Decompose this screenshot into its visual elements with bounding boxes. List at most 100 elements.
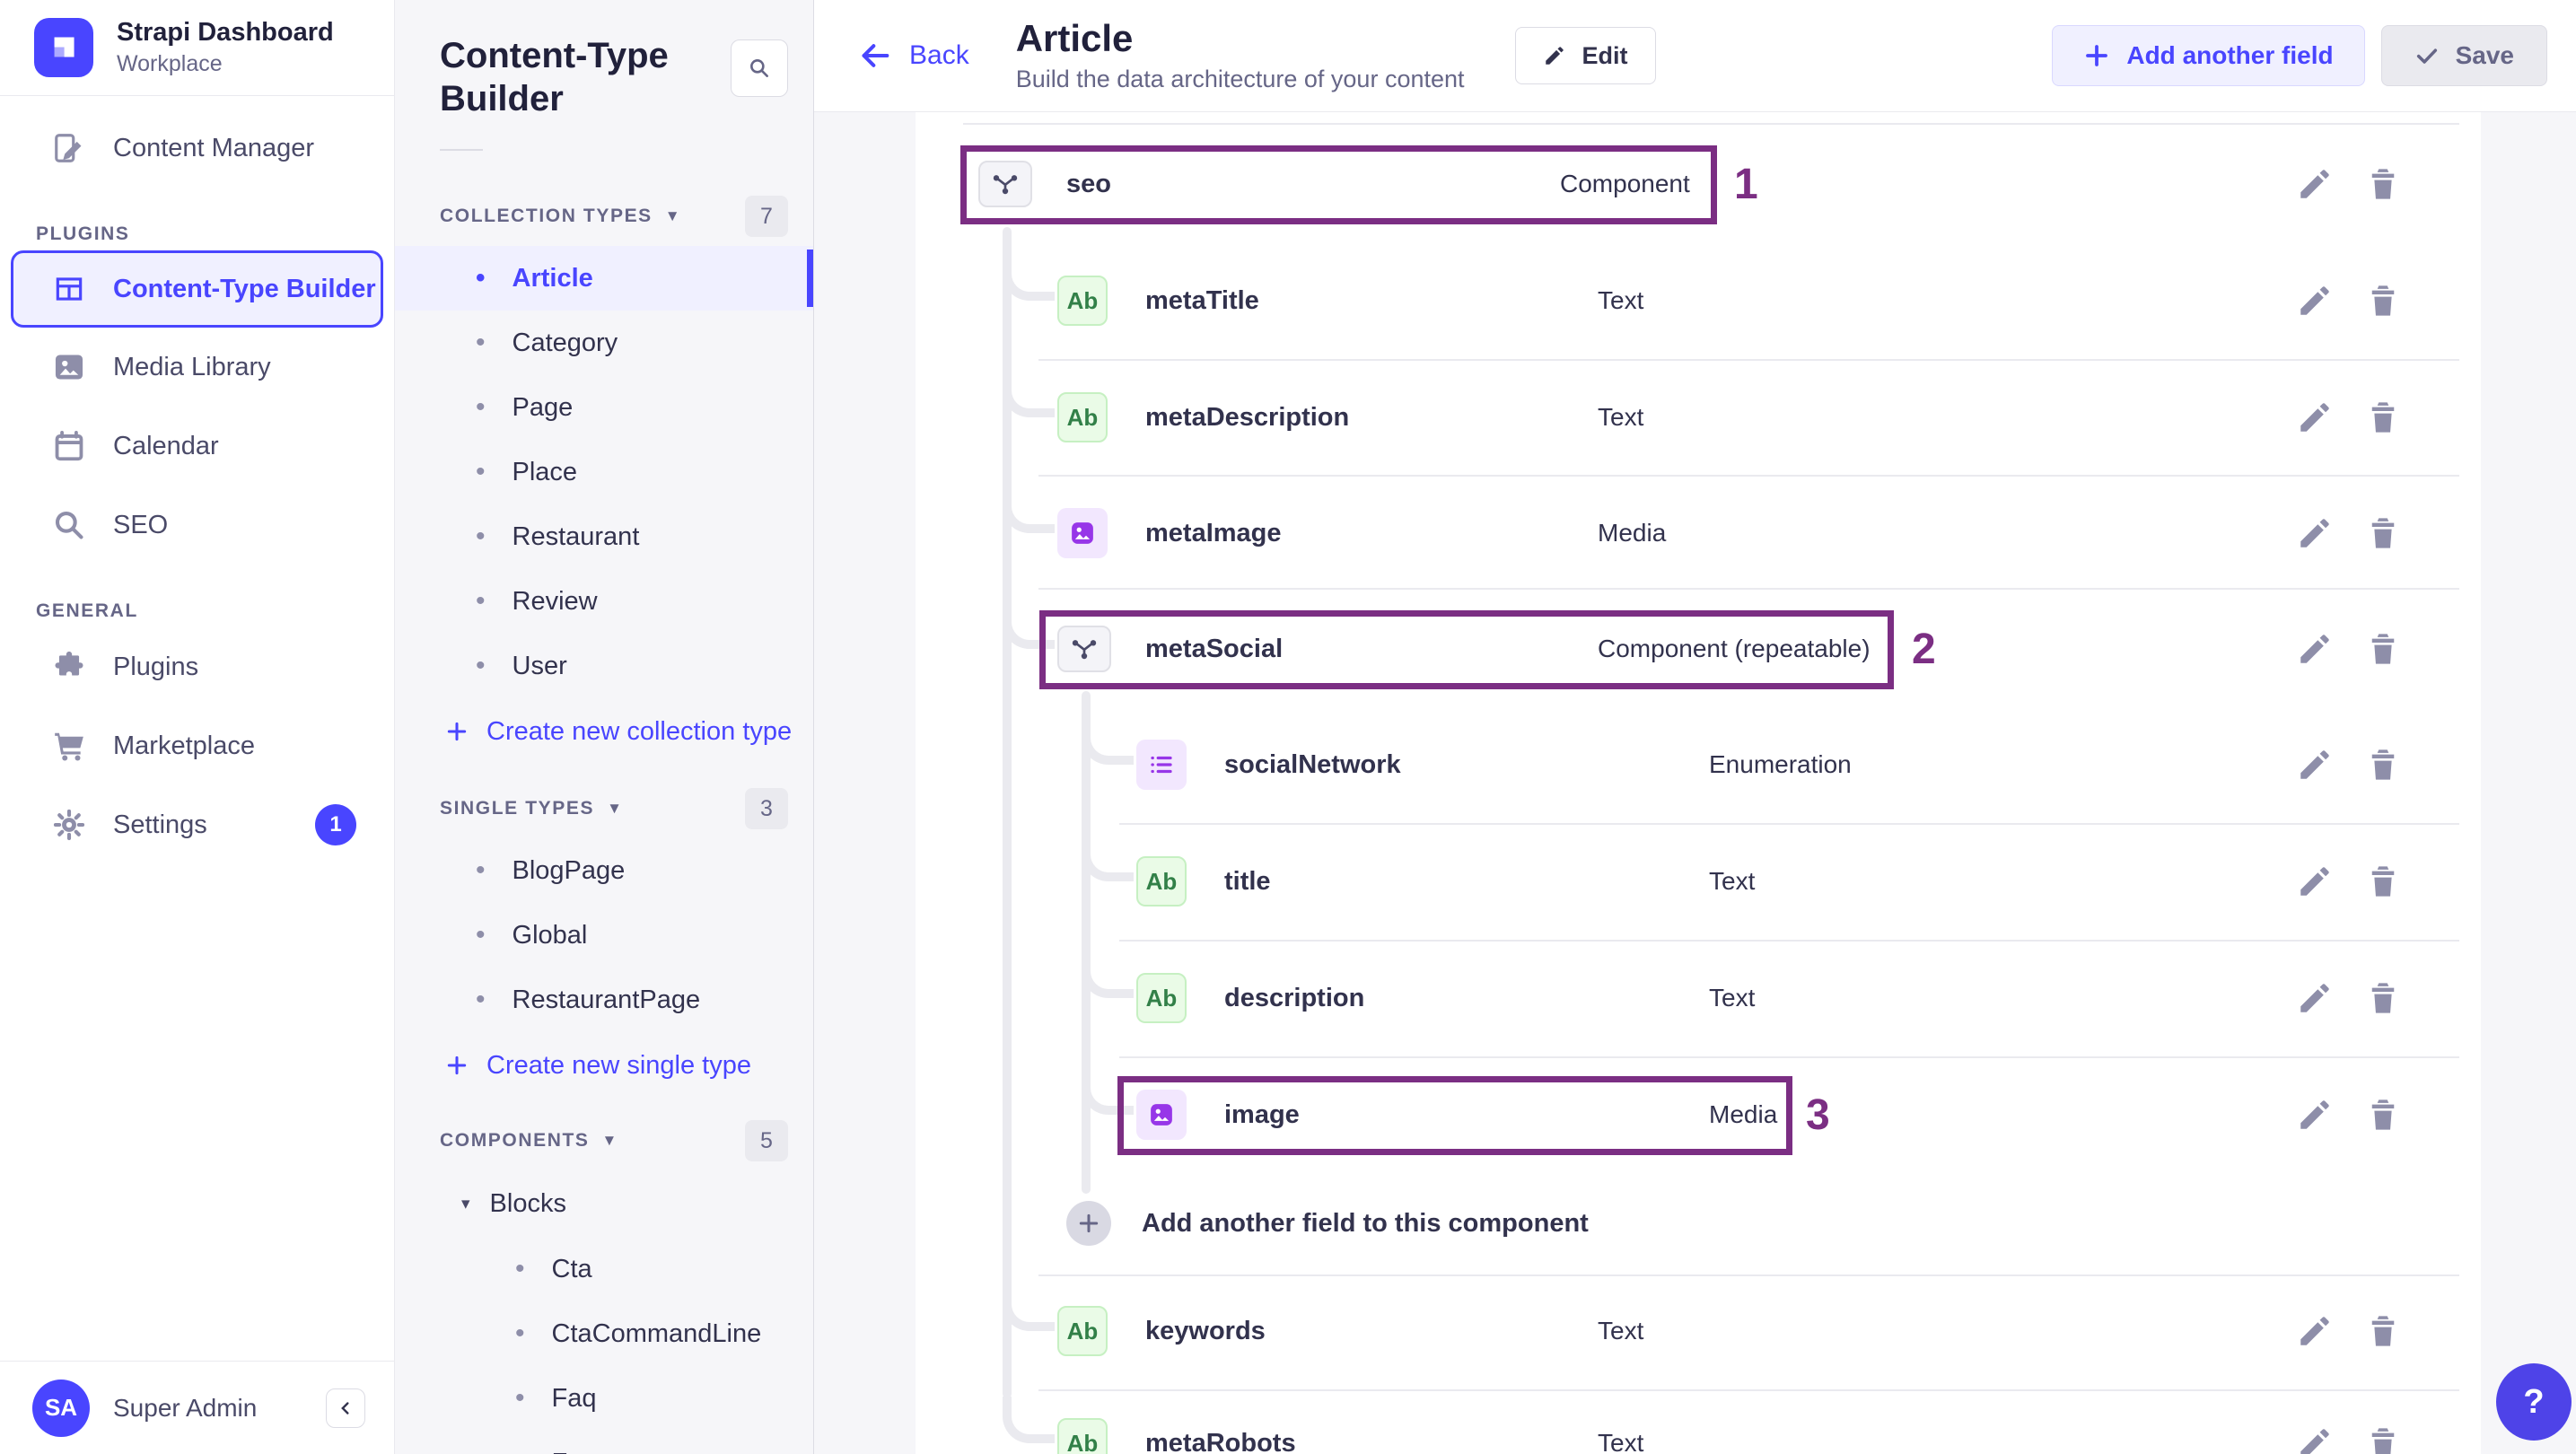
delete-field-icon[interactable] bbox=[2364, 630, 2402, 668]
search-icon bbox=[55, 511, 83, 539]
nav-item-label: Calendar bbox=[113, 431, 219, 460]
delete-field-icon[interactable] bbox=[2364, 399, 2402, 436]
single-type-global[interactable]: • Global bbox=[395, 903, 813, 968]
chevron-down-icon: ▼ bbox=[607, 800, 622, 817]
edit-field-icon[interactable] bbox=[2296, 165, 2334, 203]
question-mark-icon: ? bbox=[2523, 1382, 2545, 1421]
collection-type-page[interactable]: • Page bbox=[395, 375, 813, 440]
edit-field-icon[interactable] bbox=[2296, 1424, 2334, 1454]
collapse-sidebar-button[interactable] bbox=[326, 1388, 365, 1428]
nav-item-label: Media Library bbox=[113, 352, 271, 381]
field-row-seo: seo Component bbox=[916, 126, 2481, 242]
field-type: Text bbox=[1598, 1317, 1644, 1345]
field-type: Enumeration bbox=[1709, 750, 1852, 778]
component-faq[interactable]: • Faq bbox=[395, 1366, 813, 1431]
field-row-metadescription: Ab metaDescription Text bbox=[916, 359, 2481, 476]
component-ctacommandline[interactable]: • CtaCommandLine bbox=[395, 1301, 813, 1366]
delete-field-icon[interactable] bbox=[2364, 514, 2402, 552]
help-button[interactable]: ? bbox=[2496, 1363, 2572, 1441]
delete-field-icon[interactable] bbox=[2364, 746, 2402, 784]
field-row-image: image Media bbox=[916, 1056, 2481, 1173]
delete-field-icon[interactable] bbox=[2364, 1424, 2402, 1454]
divider bbox=[963, 123, 2459, 125]
edit-field-icon[interactable] bbox=[2296, 514, 2334, 552]
nav-item-calendar[interactable]: Calendar bbox=[0, 407, 394, 486]
edit-field-icon[interactable] bbox=[2296, 979, 2334, 1017]
nav-item-media-library[interactable]: Media Library bbox=[0, 328, 394, 407]
strapi-logo-icon bbox=[34, 18, 93, 77]
field-name: title bbox=[1224, 866, 1271, 896]
delete-field-icon[interactable] bbox=[2364, 282, 2402, 320]
field-type: Text bbox=[1709, 984, 1756, 1012]
single-types-count: 3 bbox=[745, 788, 788, 829]
app-root: Strapi Dashboard Workplace Content Manag… bbox=[0, 0, 2576, 1454]
field-row-socialnetwork: socialNetwork Enumeration bbox=[916, 706, 2481, 823]
delete-field-icon[interactable] bbox=[2364, 165, 2402, 203]
edit-field-icon[interactable] bbox=[2296, 282, 2334, 320]
back-button[interactable]: Back bbox=[857, 38, 969, 74]
single-type-restaurantpage[interactable]: • RestaurantPage bbox=[395, 968, 813, 1032]
component-field-icon bbox=[978, 161, 1032, 207]
delete-field-icon[interactable] bbox=[2364, 979, 2402, 1017]
page-header: Back Article Build the data architecture… bbox=[814, 0, 2576, 112]
chevron-down-icon: ▾ bbox=[461, 1194, 470, 1213]
edit-field-icon[interactable] bbox=[2296, 863, 2334, 900]
collection-types-count: 7 bbox=[745, 196, 788, 237]
collection-type-place[interactable]: • Place bbox=[395, 440, 813, 504]
check-icon bbox=[2416, 48, 2437, 64]
edit-field-icon[interactable] bbox=[2296, 746, 2334, 784]
nav-item-seo[interactable]: SEO bbox=[0, 486, 394, 565]
create-single-type-button[interactable]: Create new single type bbox=[395, 1032, 813, 1099]
add-field-to-component-label: Add another field to this component bbox=[1142, 1208, 1589, 1238]
field-row-metasocial: metaSocial Component (repeatable) bbox=[916, 591, 2481, 707]
collection-type-restaurant[interactable]: • Restaurant bbox=[395, 504, 813, 569]
app-title: Strapi Dashboard bbox=[117, 18, 334, 47]
delete-field-icon[interactable] bbox=[2364, 1096, 2402, 1134]
section-collection-types[interactable]: COLLECTION TYPES ▼ 7 bbox=[440, 196, 788, 237]
plus-icon bbox=[447, 722, 467, 741]
delete-field-icon[interactable] bbox=[2364, 1312, 2402, 1350]
workspace-switcher[interactable]: Strapi Dashboard Workplace bbox=[0, 0, 394, 96]
edit-field-icon[interactable] bbox=[2296, 399, 2334, 436]
nav-section-plugins: PLUGINS bbox=[36, 223, 130, 244]
avatar[interactable]: SA bbox=[32, 1379, 90, 1437]
component-cta[interactable]: • Cta bbox=[395, 1237, 813, 1301]
create-collection-type-button[interactable]: Create new collection type bbox=[395, 698, 813, 765]
field-row-metatitle: Ab metaTitle Text bbox=[916, 242, 2481, 359]
component-features[interactable]: •Features bbox=[395, 1431, 813, 1454]
bullet-icon: • bbox=[515, 1318, 525, 1348]
field-type: Text bbox=[1598, 403, 1644, 431]
collection-type-article[interactable]: • Article bbox=[395, 246, 813, 311]
section-components[interactable]: COMPONENTS ▼ 5 bbox=[440, 1120, 788, 1161]
bullet-icon: • bbox=[476, 457, 486, 486]
save-button[interactable]: Save bbox=[2380, 25, 2547, 86]
nav-item-label: Settings bbox=[113, 810, 207, 839]
add-another-field-button[interactable]: Add another field bbox=[2052, 25, 2365, 86]
nav-item-content-type-builder[interactable]: Content-Type Builder bbox=[11, 250, 383, 328]
nav-item-plugins[interactable]: Plugins bbox=[0, 627, 394, 706]
edit-field-icon[interactable] bbox=[2296, 630, 2334, 668]
field-type: Text bbox=[1598, 286, 1644, 314]
nav-section-general: GENERAL bbox=[36, 600, 138, 621]
edit-field-icon[interactable] bbox=[2296, 1312, 2334, 1350]
add-field-to-component-row[interactable]: Add another field to this component bbox=[916, 1165, 2481, 1282]
edit-button[interactable]: Edit bbox=[1514, 27, 1656, 84]
collection-type-category[interactable]: • Category bbox=[395, 311, 813, 375]
delete-field-icon[interactable] bbox=[2364, 863, 2402, 900]
edit-field-icon[interactable] bbox=[2296, 1096, 2334, 1134]
nav-item-content-manager[interactable]: Content Manager bbox=[0, 109, 394, 188]
field-type: Text bbox=[1709, 867, 1756, 895]
field-type: Component bbox=[1560, 170, 1690, 197]
collection-type-user[interactable]: • User bbox=[395, 634, 813, 698]
nav-item-marketplace[interactable]: Marketplace bbox=[0, 706, 394, 785]
search-button[interactable] bbox=[731, 39, 788, 97]
field-name: metaTitle bbox=[1145, 285, 1259, 315]
component-group-blocks[interactable]: ▾ Blocks bbox=[395, 1170, 813, 1237]
collection-type-review[interactable]: • Review bbox=[395, 569, 813, 634]
nav-item-label: Marketplace bbox=[113, 731, 255, 760]
field-type: Component (repeatable) bbox=[1598, 635, 1871, 662]
annotation-number-3: 3 bbox=[1806, 1091, 1830, 1139]
single-type-blogpage[interactable]: • BlogPage bbox=[395, 838, 813, 903]
section-single-types[interactable]: SINGLE TYPES ▼ 3 bbox=[440, 788, 788, 829]
nav-item-settings[interactable]: Settings 1 bbox=[0, 785, 394, 864]
